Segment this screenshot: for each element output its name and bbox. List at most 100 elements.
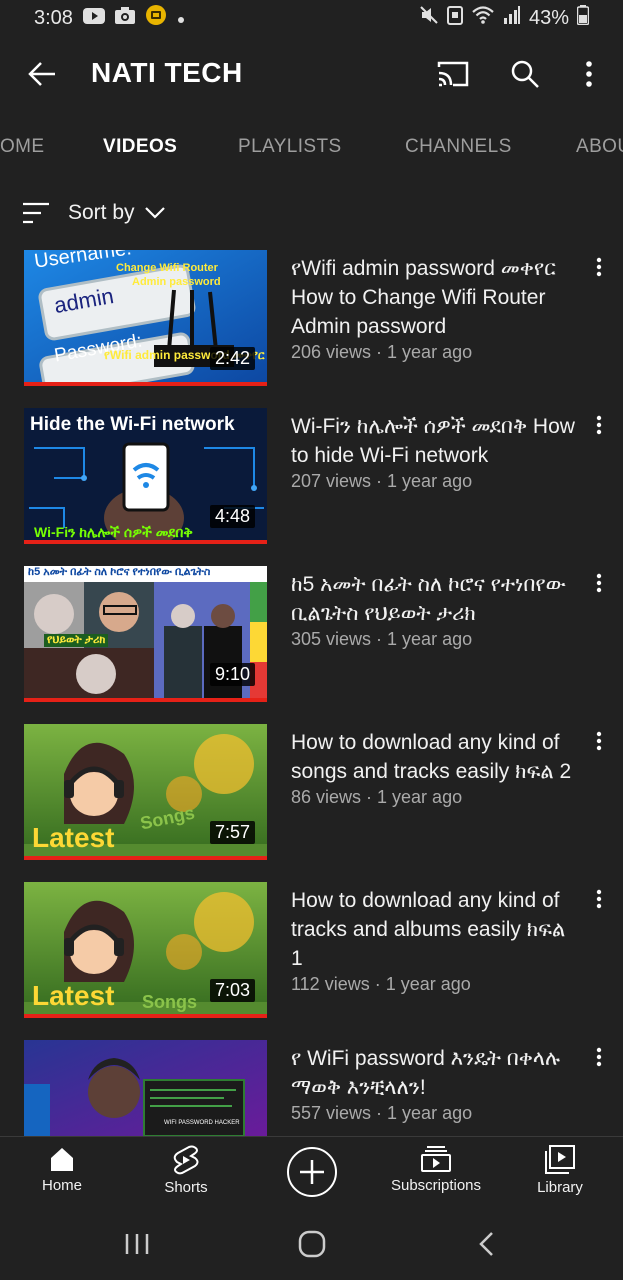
video-info[interactable]: How to download any kind of tracks and a… xyxy=(291,886,581,995)
channel-title: NATI TECH xyxy=(91,57,243,88)
video-thumbnail[interactable]: Hide the Wi-Fi network Wi-Fiን ከሌሎች ሰዎች መ… xyxy=(24,408,267,544)
video-title: How to download any kind of tracks and a… xyxy=(291,889,566,970)
nav-shorts[interactable]: Shorts xyxy=(131,1145,241,1196)
video-title: የ WiFi password እንዴት በቀላሉ ማወቅ እንቺላለን! xyxy=(291,1047,561,1099)
duration-badge: 9:10 xyxy=(209,663,255,686)
video-meta: 112 views · 1 year ago xyxy=(291,974,471,994)
vertical-dots-icon xyxy=(596,415,602,435)
chevron-left-icon xyxy=(479,1232,493,1256)
duration-badge: 4:48 xyxy=(209,505,255,528)
thumb-top2-text: Admin password xyxy=(132,276,221,288)
status-bar: 3:08 43% xyxy=(0,0,623,36)
system-navigation-bar xyxy=(0,1210,623,1280)
battery-percent: 43% xyxy=(528,6,569,29)
video-more-button[interactable] xyxy=(588,254,610,280)
system-back-button[interactable] xyxy=(466,1228,506,1260)
video-title: Wi-Fiን ከሌሎች ሰዎች መደበቅ How to hide Wi-Fi n… xyxy=(291,415,575,467)
recent-apps-icon xyxy=(125,1234,149,1254)
wifi-status-icon xyxy=(471,5,495,31)
subscriptions-icon xyxy=(421,1146,451,1172)
video-item[interactable]: Latest Songs 7:03 How to download any ki… xyxy=(0,882,623,1022)
video-meta: 207 views · 1 year ago xyxy=(291,471,473,491)
video-more-button[interactable] xyxy=(588,570,610,596)
home-system-button[interactable] xyxy=(292,1228,332,1260)
thumb-sub-text: Songs xyxy=(142,992,198,1012)
video-thumbnail[interactable]: WIFI PASSWORD HACKER xyxy=(24,1040,267,1136)
tab-channels[interactable]: CHANNELS xyxy=(405,136,512,158)
nav-library[interactable]: Library xyxy=(505,1145,615,1196)
video-info[interactable]: How to download any kind of songs and tr… xyxy=(291,728,581,808)
bottom-navigation: Home Shorts Subscriptions Library xyxy=(0,1136,623,1210)
tab-home[interactable]: OME xyxy=(0,136,44,158)
recent-apps-button[interactable] xyxy=(117,1228,157,1260)
thumb-bottom-text: የህይወት ታሪክ xyxy=(44,634,109,647)
tab-playlists[interactable]: PLAYLISTS xyxy=(238,136,342,158)
duration-badge: 7:03 xyxy=(209,979,255,1002)
more-notifications-dot-icon xyxy=(177,7,185,30)
thumb-bottom-text: Wi-Fiን ከሌሎች ሰዎች መደበቅ xyxy=(34,524,193,540)
app-header: NATI TECH xyxy=(0,40,623,106)
video-meta: 305 views · 1 year ago xyxy=(291,629,473,649)
nav-subscriptions[interactable]: Subscriptions xyxy=(381,1145,491,1194)
back-arrow-icon xyxy=(28,62,55,86)
vertical-dots-icon xyxy=(596,257,602,277)
video-item[interactable]: Username: admin Change Wifi Router Admin… xyxy=(0,250,623,390)
youtube-notification-icon xyxy=(82,7,105,30)
shorts-icon xyxy=(173,1145,199,1175)
search-button[interactable] xyxy=(505,54,545,94)
home-circle-icon xyxy=(298,1230,326,1258)
video-more-button[interactable] xyxy=(588,728,610,754)
status-time: 3:08 xyxy=(34,6,73,29)
video-title: How to download any kind of songs and tr… xyxy=(291,731,572,783)
duration-badge: 7:57 xyxy=(209,821,255,844)
video-meta: 86 views · 1 year ago xyxy=(291,787,463,807)
video-meta: 206 views · 1 year ago xyxy=(291,342,473,362)
sort-icon xyxy=(23,202,49,224)
video-list: Username: admin Change Wifi Router Admin… xyxy=(0,250,623,1136)
more-options-button[interactable] xyxy=(569,54,609,94)
video-more-button[interactable] xyxy=(588,412,610,438)
cast-button[interactable] xyxy=(433,54,473,94)
nav-home-label: Home xyxy=(41,1177,82,1194)
video-thumbnail[interactable]: ከ5 አመት በፊት ስለ ኮሮና የተነበየው ቢልጌትስ የህይወት ታሪክ… xyxy=(24,566,267,702)
video-more-button[interactable] xyxy=(588,1044,610,1070)
sort-by-button[interactable]: Sort by xyxy=(22,196,165,230)
channel-tabs: OME VIDEOS PLAYLISTS CHANNELS ABOU xyxy=(0,120,623,176)
vertical-dots-icon xyxy=(586,61,592,87)
video-title: የWifi admin password መቀየር How to Change … xyxy=(291,257,556,338)
search-icon xyxy=(511,60,539,88)
vertical-dots-icon xyxy=(596,731,602,751)
vertical-dots-icon xyxy=(596,1047,602,1067)
create-button[interactable] xyxy=(287,1147,337,1197)
nav-home[interactable]: Home xyxy=(7,1145,117,1194)
video-title: ከ5 አመት በፊት ስለ ኮሮና የተነበየው ቢልጌትስ የህይወት ታሪክ xyxy=(291,573,566,625)
video-info[interactable]: ከ5 አመት በፊት ስለ ኮሮና የተነበየው ቢልጌትስ የህይወት ታሪክ… xyxy=(291,570,581,650)
video-info[interactable]: የWifi admin password መቀየር How to Change … xyxy=(291,254,581,363)
video-more-button[interactable] xyxy=(588,886,610,912)
home-icon xyxy=(51,1148,73,1171)
video-thumbnail[interactable]: Latest Songs 7:03 xyxy=(24,882,267,1018)
chevron-down-icon xyxy=(144,207,165,219)
duration-badge: 2:42 xyxy=(209,347,255,370)
video-info[interactable]: Wi-Fiን ከሌሎች ሰዎች መደበቅ How to hide Wi-Fi n… xyxy=(291,412,581,492)
sort-by-label: Sort by xyxy=(68,201,135,224)
mute-icon xyxy=(419,5,439,31)
cast-icon xyxy=(437,61,469,87)
tab-about[interactable]: ABOU xyxy=(576,136,623,158)
video-item[interactable]: Hide the Wi-Fi network Wi-Fiን ከሌሎች ሰዎች መ… xyxy=(0,408,623,548)
video-info[interactable]: የ WiFi password እንዴት በቀላሉ ማወቅ እንቺላለን! 55… xyxy=(291,1044,581,1124)
thumb-main-text: Latest xyxy=(32,980,115,1011)
library-icon xyxy=(545,1145,575,1174)
video-thumbnail[interactable]: Latest Songs 7:57 xyxy=(24,724,267,860)
thumb-main-text: ከ5 አመት በፊት ስለ ኮሮና የተነበየው ቢልጌትስ xyxy=(28,566,211,578)
tab-videos[interactable]: VIDEOS xyxy=(103,136,177,158)
signal-icon xyxy=(503,6,521,30)
video-item[interactable]: Latest Songs 7:57 How to download any ki… xyxy=(0,724,623,864)
video-thumbnail[interactable]: Username: admin Change Wifi Router Admin… xyxy=(24,250,267,386)
nfc-icon xyxy=(446,5,463,31)
back-button[interactable] xyxy=(22,54,62,94)
camera-notification-icon xyxy=(114,6,135,30)
video-item[interactable]: ከ5 አመት በፊት ስለ ኮሮና የተነበየው ቢልጌትስ የህይወት ታሪክ… xyxy=(0,566,623,706)
nav-library-label: Library xyxy=(537,1179,583,1196)
video-item[interactable]: WIFI PASSWORD HACKER የ WiFi password እንዴ… xyxy=(0,1040,623,1136)
